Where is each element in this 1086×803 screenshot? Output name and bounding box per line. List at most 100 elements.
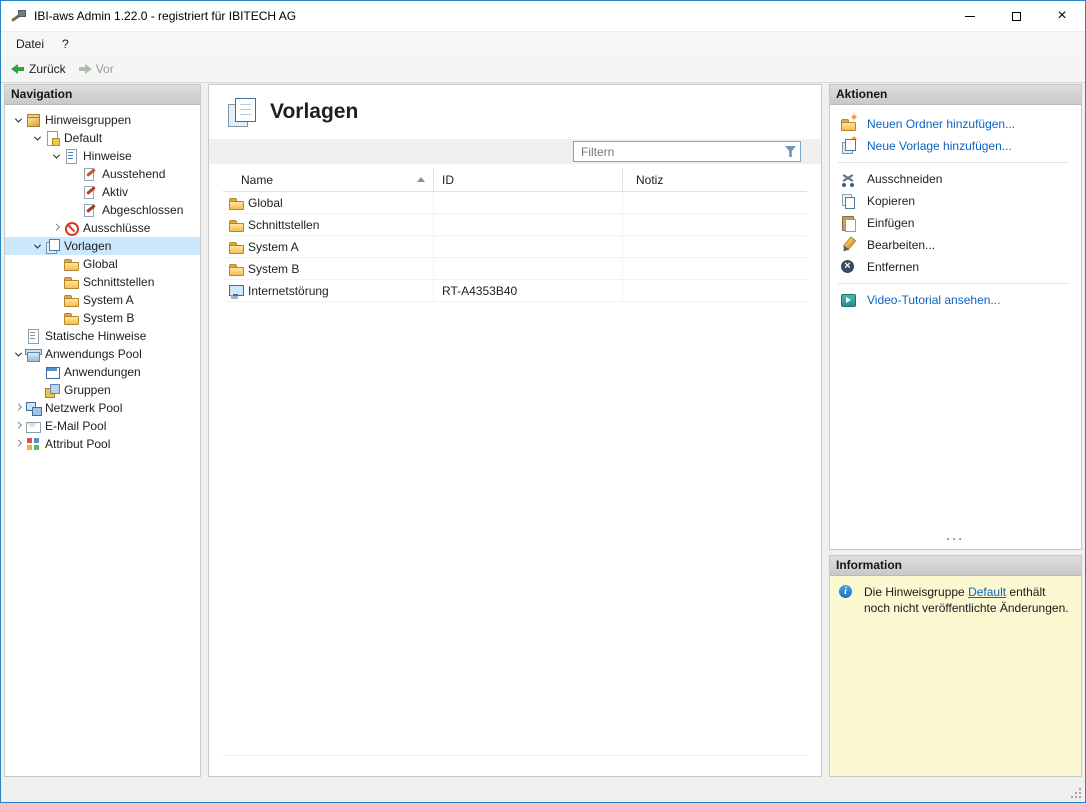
right-column: Aktionen Neuen Ordner hinzufügen... Neue… bbox=[829, 84, 1082, 777]
default-group-link[interactable]: Default bbox=[968, 585, 1006, 599]
filter-input[interactable] bbox=[573, 141, 801, 162]
static-list-icon bbox=[25, 328, 41, 344]
action-label: Ausschneiden bbox=[867, 172, 942, 186]
chevron-right-icon[interactable] bbox=[11, 419, 25, 433]
cell-name: Schnittstellen bbox=[248, 218, 319, 232]
action-edit[interactable]: Bearbeiten... bbox=[830, 234, 1081, 256]
tree-item-default[interactable]: Default bbox=[5, 129, 200, 147]
tree-item-schnittstellen[interactable]: Schnittstellen bbox=[5, 273, 200, 291]
resize-grip[interactable] bbox=[1069, 786, 1081, 798]
tree-item-hinweise[interactable]: Hinweise bbox=[5, 147, 200, 165]
tree-item-attribut-pool[interactable]: Attribut Pool bbox=[5, 435, 200, 453]
folder-icon bbox=[228, 217, 244, 233]
network-icon bbox=[25, 400, 41, 416]
folder-icon bbox=[63, 256, 79, 272]
chevron-down-icon[interactable] bbox=[30, 131, 44, 145]
note-icon bbox=[44, 130, 60, 146]
table-row[interactable]: Schnittstellen bbox=[223, 214, 807, 236]
tree-item-system-b[interactable]: System B bbox=[5, 309, 200, 327]
tree-item-label: System A bbox=[83, 293, 134, 307]
action-label: Bearbeiten... bbox=[867, 238, 935, 252]
action-remove[interactable]: Entfernen bbox=[830, 256, 1081, 278]
action-new-template[interactable]: Neue Vorlage hinzufügen... bbox=[830, 135, 1081, 157]
chevron-slot bbox=[68, 185, 82, 199]
tree-item-label: Netzwerk Pool bbox=[45, 401, 122, 415]
tree-item-aktiv[interactable]: Aktiv bbox=[5, 183, 200, 201]
actions-header: Aktionen bbox=[830, 85, 1081, 105]
separator bbox=[838, 162, 1069, 163]
page-header: Vorlagen bbox=[209, 85, 821, 139]
forward-button[interactable]: Vor bbox=[73, 60, 121, 78]
cell-id: RT-A4353B40 bbox=[442, 284, 517, 298]
action-paste[interactable]: Einfügen bbox=[830, 212, 1081, 234]
tree-item-gruppen[interactable]: Gruppen bbox=[5, 381, 200, 399]
chevron-slot bbox=[68, 203, 82, 217]
action-label: Neue Vorlage hinzufügen... bbox=[867, 139, 1012, 153]
chevron-right-icon[interactable] bbox=[11, 401, 25, 415]
column-header-id[interactable]: ID bbox=[434, 168, 623, 191]
chevron-right-icon[interactable] bbox=[49, 221, 63, 235]
table-row[interactable]: Internetstörung RT-A4353B40 bbox=[223, 280, 807, 302]
chevron-slot bbox=[30, 365, 44, 379]
chevron-down-icon[interactable] bbox=[11, 113, 25, 127]
tree-item-label: Vorlagen bbox=[64, 239, 111, 253]
tree-item-statische-hinweise[interactable]: Statische Hinweise bbox=[5, 327, 200, 345]
table-row[interactable]: Global bbox=[223, 192, 807, 214]
template-add-icon bbox=[840, 138, 856, 154]
window-title: IBI-aws Admin 1.22.0 - registriert für I… bbox=[34, 9, 296, 23]
tree-item-anwendungen[interactable]: Anwendungen bbox=[5, 363, 200, 381]
folder-add-icon bbox=[840, 116, 856, 132]
forward-arrow-icon bbox=[77, 62, 93, 76]
tree-item-email-pool[interactable]: E-Mail Pool bbox=[5, 417, 200, 435]
tree-item-hinweisgruppen[interactable]: Hinweisgruppen bbox=[5, 111, 200, 129]
tree-item-vorlagen[interactable]: Vorlagen bbox=[5, 237, 200, 255]
maximize-icon bbox=[1012, 12, 1021, 21]
chevron-slot bbox=[30, 383, 44, 397]
tree-item-label: Ausstehend bbox=[102, 167, 165, 181]
table-row[interactable]: System A bbox=[223, 236, 807, 258]
tree-item-system-a[interactable]: System A bbox=[5, 291, 200, 309]
tree-item-label: Hinweisgruppen bbox=[45, 113, 131, 127]
action-cut[interactable]: Ausschneiden bbox=[830, 168, 1081, 190]
column-header-notiz[interactable]: Notiz bbox=[623, 168, 807, 191]
tree-item-ausschluesse[interactable]: Ausschlüsse bbox=[5, 219, 200, 237]
panel-splitter-handle[interactable]: ··· bbox=[830, 533, 1081, 549]
menu-item-datei[interactable]: Datei bbox=[7, 34, 53, 54]
filter-funnel-icon[interactable] bbox=[783, 144, 798, 159]
information-panel: Information Die Hinweisgruppe Default en… bbox=[829, 555, 1082, 777]
app-window: IBI-aws Admin 1.22.0 - registriert für I… bbox=[0, 0, 1086, 803]
forward-button-label: Vor bbox=[96, 62, 114, 76]
list-icon bbox=[63, 148, 79, 164]
chevron-down-icon[interactable] bbox=[30, 239, 44, 253]
maximize-button[interactable] bbox=[993, 1, 1039, 31]
folder-icon bbox=[63, 274, 79, 290]
templates-page-icon bbox=[227, 97, 257, 127]
menu-item-help[interactable]: ? bbox=[53, 34, 78, 54]
action-copy[interactable]: Kopieren bbox=[830, 190, 1081, 212]
groups-icon bbox=[44, 382, 60, 398]
close-button[interactable]: × bbox=[1039, 1, 1085, 31]
column-header-name[interactable]: Name bbox=[223, 168, 434, 191]
video-icon bbox=[840, 292, 856, 308]
content-panel: Vorlagen Name ID N bbox=[208, 84, 822, 777]
pool-box-icon bbox=[25, 346, 41, 362]
tree-item-anwendungs-pool[interactable]: Anwendungs Pool bbox=[5, 345, 200, 363]
chevron-slot bbox=[68, 167, 82, 181]
tree-item-abgeschlossen[interactable]: Abgeschlossen bbox=[5, 201, 200, 219]
tree-item-netzwerk-pool[interactable]: Netzwerk Pool bbox=[5, 399, 200, 417]
navigation-panel: Navigation Hinweisgruppen Default Hinwei… bbox=[4, 84, 201, 777]
tree-item-label: Statische Hinweise bbox=[45, 329, 146, 343]
minimize-button[interactable] bbox=[947, 1, 993, 31]
tree-item-global[interactable]: Global bbox=[5, 255, 200, 273]
folder-icon bbox=[228, 195, 244, 211]
action-new-folder[interactable]: Neuen Ordner hinzufügen... bbox=[830, 113, 1081, 135]
chevron-down-icon[interactable] bbox=[49, 149, 63, 163]
tree-item-ausstehend[interactable]: Ausstehend bbox=[5, 165, 200, 183]
cell-name: System A bbox=[248, 240, 299, 254]
back-button[interactable]: Zurück bbox=[6, 60, 73, 78]
table-row[interactable]: System B bbox=[223, 258, 807, 280]
action-video-tutorial[interactable]: Video-Tutorial ansehen... bbox=[830, 289, 1081, 311]
chevron-down-icon[interactable] bbox=[11, 347, 25, 361]
chevron-right-icon[interactable] bbox=[11, 437, 25, 451]
filter-bar bbox=[209, 139, 821, 164]
